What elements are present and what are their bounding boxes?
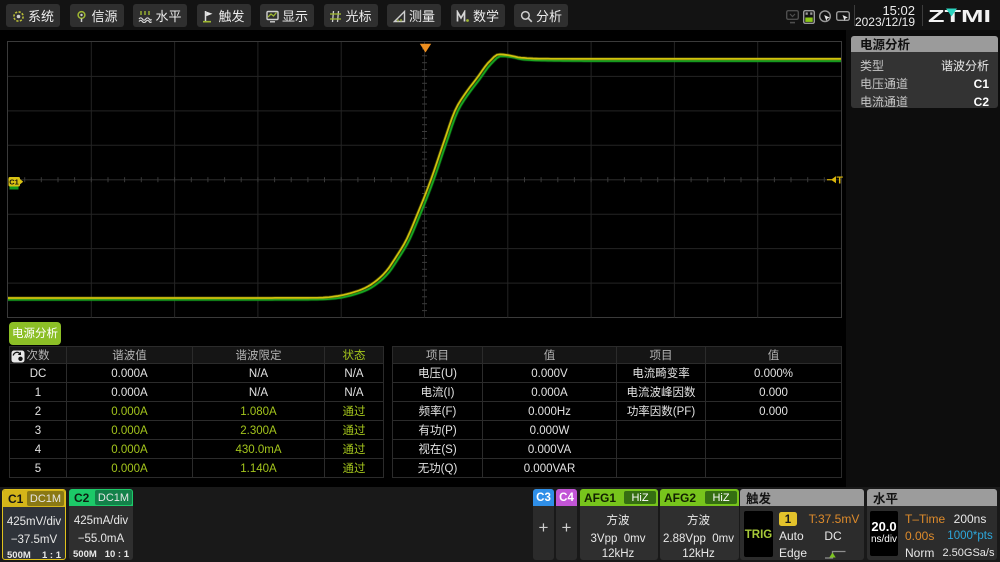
svg-text:C1: C1: [9, 178, 19, 187]
svg-text:ZTMI: ZTMI: [928, 6, 991, 26]
svg-text:T: T: [837, 175, 844, 187]
